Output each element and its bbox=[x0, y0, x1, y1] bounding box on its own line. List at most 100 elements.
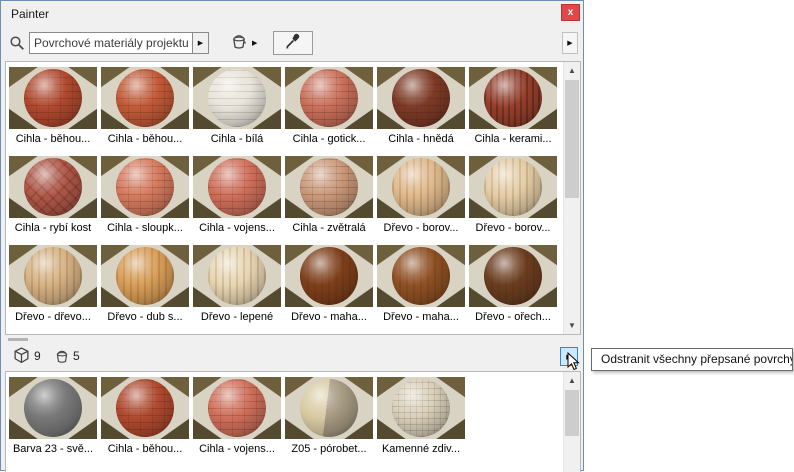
material-item[interactable]: Cihla - vojens... bbox=[191, 375, 283, 464]
scroll-up-button[interactable]: ▲ bbox=[564, 62, 580, 79]
material-thumbnail bbox=[377, 156, 465, 218]
combo-flyout-button[interactable]: ▶ bbox=[192, 32, 209, 54]
material-item[interactable]: Cihla - zvětralá bbox=[283, 154, 375, 243]
material-thumbnail bbox=[377, 245, 465, 307]
material-item[interactable]: Dřevo - lepené bbox=[191, 243, 283, 332]
apply-surface-button[interactable]: ▶ bbox=[229, 32, 265, 54]
material-sphere bbox=[116, 158, 174, 216]
scrollbar-thumb[interactable] bbox=[565, 80, 579, 198]
paint-bucket-icon bbox=[229, 32, 249, 55]
painter-palette-window: Painter x Povrchové materiály projektu ▶… bbox=[0, 0, 584, 472]
material-item[interactable]: Cihla - běhou... bbox=[99, 375, 191, 464]
material-thumbnail bbox=[377, 67, 465, 129]
material-label: Barva 23 - svě... bbox=[12, 443, 94, 455]
material-sphere bbox=[300, 247, 358, 305]
material-label: Cihla - rybí kost bbox=[14, 222, 92, 234]
material-item[interactable]: Dřevo - dřevo... bbox=[7, 243, 99, 332]
toolbar-flyout-button[interactable]: ▶ bbox=[562, 32, 578, 54]
main-scrollbar[interactable]: ▲ ▼ bbox=[563, 62, 580, 334]
material-label: Kamenné zdiv... bbox=[381, 443, 461, 455]
material-item[interactable]: Dřevo - borov... bbox=[375, 154, 467, 243]
material-label: Cihla - zvětralá bbox=[292, 222, 366, 234]
material-thumbnail bbox=[285, 245, 373, 307]
material-item[interactable]: Cihla - běhou... bbox=[99, 65, 191, 154]
material-item[interactable]: Dřevo - maha... bbox=[375, 243, 467, 332]
material-sphere bbox=[24, 158, 82, 216]
materials-grid-area: Cihla - běhou... Cihla - běhou... Cihla … bbox=[6, 62, 563, 334]
material-thumbnail bbox=[101, 377, 189, 439]
material-item[interactable]: Cihla - kerami... bbox=[467, 65, 559, 154]
material-sphere bbox=[208, 247, 266, 305]
menu-item-remove-overrides[interactable]: Odstranit všechny přepsané povrchy bbox=[601, 352, 792, 366]
element-count: 9 bbox=[34, 349, 41, 363]
material-item[interactable]: Dřevo - ořech... bbox=[467, 243, 559, 332]
material-sphere bbox=[392, 379, 450, 437]
material-item[interactable]: Barva 23 - svě... bbox=[7, 375, 99, 464]
override-count: 5 bbox=[73, 349, 80, 363]
material-item[interactable]: Kamenné zdiv... bbox=[375, 375, 467, 464]
material-thumbnail bbox=[9, 245, 97, 307]
material-label: Dřevo - borov... bbox=[475, 222, 551, 234]
scrollbar-thumb[interactable] bbox=[565, 390, 579, 436]
window-title: Painter bbox=[11, 7, 50, 21]
material-thumbnail bbox=[193, 377, 281, 439]
material-item[interactable]: Dřevo - maha... bbox=[283, 243, 375, 332]
eyedropper-icon bbox=[284, 32, 302, 55]
pick-up-surface-button[interactable] bbox=[273, 31, 313, 55]
panel-splitter[interactable] bbox=[5, 336, 581, 343]
material-item[interactable]: Cihla - gotick... bbox=[283, 65, 375, 154]
material-sphere bbox=[116, 69, 174, 127]
material-thumbnail bbox=[9, 67, 97, 129]
material-sphere bbox=[484, 69, 542, 127]
material-thumbnail bbox=[193, 245, 281, 307]
material-filter-combo[interactable]: Povrchové materiály projektu bbox=[29, 32, 193, 54]
overrides-status-row: 9 5 ▶ bbox=[5, 343, 581, 369]
material-thumbnail bbox=[469, 245, 557, 307]
material-label: Dřevo - borov... bbox=[383, 222, 459, 234]
material-thumbnail bbox=[285, 156, 373, 218]
material-label: Cihla - bílá bbox=[210, 133, 264, 145]
material-thumbnail bbox=[101, 245, 189, 307]
flyout-arrow-icon: ▶ bbox=[567, 40, 573, 47]
bottom-scrollbar[interactable]: ▲ bbox=[563, 372, 580, 472]
material-label: Dřevo - maha... bbox=[383, 311, 459, 323]
material-sphere bbox=[392, 158, 450, 216]
material-label: Dřevo - ořech... bbox=[475, 311, 551, 323]
close-button[interactable]: x bbox=[561, 4, 580, 21]
flyout-arrow-icon: ▶ bbox=[197, 40, 204, 47]
material-item[interactable]: Cihla - sloupk... bbox=[99, 154, 191, 243]
material-item[interactable]: Cihla - vojens... bbox=[191, 154, 283, 243]
scroll-down-button[interactable]: ▼ bbox=[564, 317, 580, 334]
material-thumbnail bbox=[101, 67, 189, 129]
material-sphere bbox=[392, 69, 450, 127]
material-label: Cihla - hnědá bbox=[388, 133, 454, 145]
material-item[interactable]: Cihla - běhou... bbox=[7, 65, 99, 154]
material-thumbnail bbox=[9, 156, 97, 218]
material-item[interactable]: Z05 - pórobet... bbox=[283, 375, 375, 464]
material-label: Cihla - sloupk... bbox=[107, 222, 183, 234]
material-sphere bbox=[116, 247, 174, 305]
material-label: Cihla - vojens... bbox=[199, 222, 275, 234]
titlebar[interactable]: Painter x bbox=[1, 1, 583, 27]
material-item[interactable]: Cihla - hnědá bbox=[375, 65, 467, 154]
material-item[interactable]: Dřevo - dub s... bbox=[99, 243, 191, 332]
material-sphere bbox=[300, 158, 358, 216]
material-label: Dřevo - dub s... bbox=[107, 311, 183, 323]
material-item[interactable]: Cihla - rybí kost bbox=[7, 154, 99, 243]
material-item[interactable]: Dřevo - borov... bbox=[467, 154, 559, 243]
material-item[interactable]: Cihla - bílá bbox=[191, 65, 283, 154]
material-sphere bbox=[484, 158, 542, 216]
element-cube-icon bbox=[13, 347, 30, 364]
override-bucket-icon bbox=[53, 348, 70, 365]
splitter-handle[interactable] bbox=[8, 338, 28, 341]
toolbar: Povrchové materiály projektu ▶ ▶ ▶ bbox=[1, 27, 583, 59]
material-sphere bbox=[208, 379, 266, 437]
materials-grid: Cihla - běhou... Cihla - běhou... Cihla … bbox=[6, 62, 563, 332]
overridden-surfaces-list: Barva 23 - svě... Cihla - běhou... Cihla… bbox=[5, 371, 581, 472]
overrides-grid: Barva 23 - svě... Cihla - běhou... Cihla… bbox=[6, 372, 563, 464]
flyout-menu: Odstranit všechny přepsané povrchy bbox=[591, 348, 793, 371]
material-label: Cihla - běhou... bbox=[107, 443, 183, 455]
material-thumbnail bbox=[377, 377, 465, 439]
material-label: Cihla - gotick... bbox=[292, 133, 366, 145]
material-sphere bbox=[24, 247, 82, 305]
